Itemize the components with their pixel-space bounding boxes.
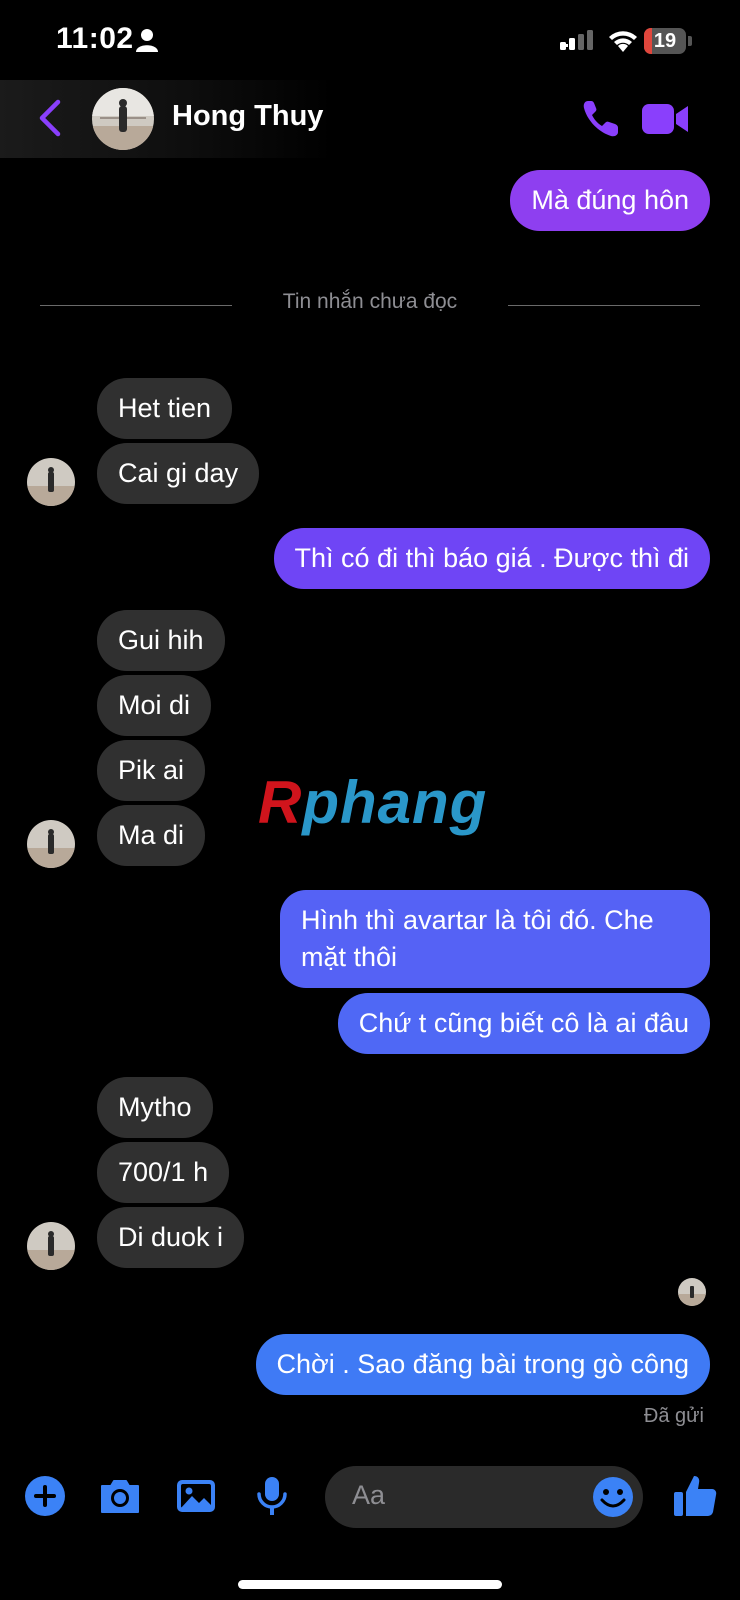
cellular-signal-icon — [560, 30, 593, 50]
message-bubble-outgoing[interactable]: Chứ t cũng biết cô là ai đâu — [337, 993, 710, 1054]
message-text: 700/1 h — [118, 1157, 209, 1187]
battery-indicator: 19 — [644, 28, 692, 54]
message-input-placeholder: Aa — [352, 1480, 386, 1510]
message-text: Pik ai — [118, 755, 185, 785]
message-text-line2: mặt thôi — [301, 942, 398, 972]
message-bubble-incoming[interactable]: Ma di — [97, 805, 206, 866]
image-icon[interactable] — [174, 1474, 218, 1518]
message-text: Chời . Sao đăng bài trong gò công — [276, 1349, 690, 1379]
message-text: Hình thì avartar là tôi đó. Che — [301, 905, 654, 935]
message-bubble-incoming[interactable]: Gui hih — [97, 610, 225, 671]
phone-icon[interactable] — [580, 98, 622, 140]
message-bubble-outgoing[interactable]: Mà đúng hôn — [510, 170, 710, 231]
message-text: Mytho — [118, 1092, 192, 1122]
wifi-icon — [609, 31, 637, 52]
chevron-left-icon[interactable] — [30, 96, 70, 140]
message-text: Di duok i — [118, 1222, 224, 1252]
delivery-status: Đã gửi — [643, 1405, 704, 1427]
message-text: Thì có đi thì báo giá . Được thì đi — [294, 543, 689, 573]
message-bubble-outgoing[interactable]: Hình thì avartar là tôi đó. Che mặt thôi — [280, 890, 710, 988]
message-bubble-outgoing[interactable]: Chời . Sao đăng bài trong gò công — [255, 1334, 710, 1395]
contact-avatar[interactable] — [92, 88, 154, 150]
plus-circle-icon[interactable] — [23, 1474, 67, 1518]
message-bubble-outgoing[interactable]: Thì có đi thì báo giá . Được thì đi — [273, 528, 710, 589]
contact-name[interactable]: Hong Thuy — [172, 100, 323, 133]
sender-avatar[interactable] — [27, 458, 75, 506]
message-bubble-incoming[interactable]: Het tien — [97, 378, 233, 439]
message-text: Chứ t cũng biết cô là ai đâu — [358, 1008, 689, 1038]
camera-icon[interactable] — [98, 1474, 142, 1518]
divider-line-left — [40, 305, 232, 306]
battery-level: 19 — [653, 30, 677, 52]
emoji-icon[interactable] — [592, 1476, 634, 1518]
thumbs-up-icon[interactable] — [672, 1472, 718, 1518]
status-time: 11:02 — [56, 22, 134, 55]
message-bubble-incoming[interactable]: 700/1 h — [97, 1142, 230, 1203]
sender-avatar[interactable] — [27, 820, 75, 868]
message-bubble-incoming[interactable]: Cai gi day — [97, 443, 260, 504]
message-text: Mà đúng hôn — [531, 185, 689, 215]
person-icon — [136, 29, 158, 52]
message-text: Gui hih — [118, 625, 204, 655]
watermark-logo: Rphang — [258, 769, 488, 836]
microphone-icon[interactable] — [250, 1474, 294, 1518]
home-indicator[interactable] — [238, 1580, 502, 1589]
message-text: Moi di — [118, 690, 191, 720]
message-bubble-incoming[interactable]: Pik ai — [97, 740, 206, 801]
sender-avatar[interactable] — [27, 1222, 75, 1270]
video-camera-icon[interactable] — [642, 102, 690, 136]
message-bubble-incoming[interactable]: Di duok i — [97, 1207, 245, 1268]
divider-line-right — [508, 305, 700, 306]
seen-receipt-avatar — [678, 1278, 706, 1306]
unread-divider-label: Tin nhắn chưa đọc — [282, 290, 458, 313]
message-bubble-incoming[interactable]: Moi di — [97, 675, 212, 736]
message-bubble-incoming[interactable]: Mytho — [97, 1077, 213, 1138]
message-text: Cai gi day — [118, 458, 239, 488]
message-text: Het tien — [118, 393, 212, 423]
message-text: Ma di — [118, 820, 185, 850]
